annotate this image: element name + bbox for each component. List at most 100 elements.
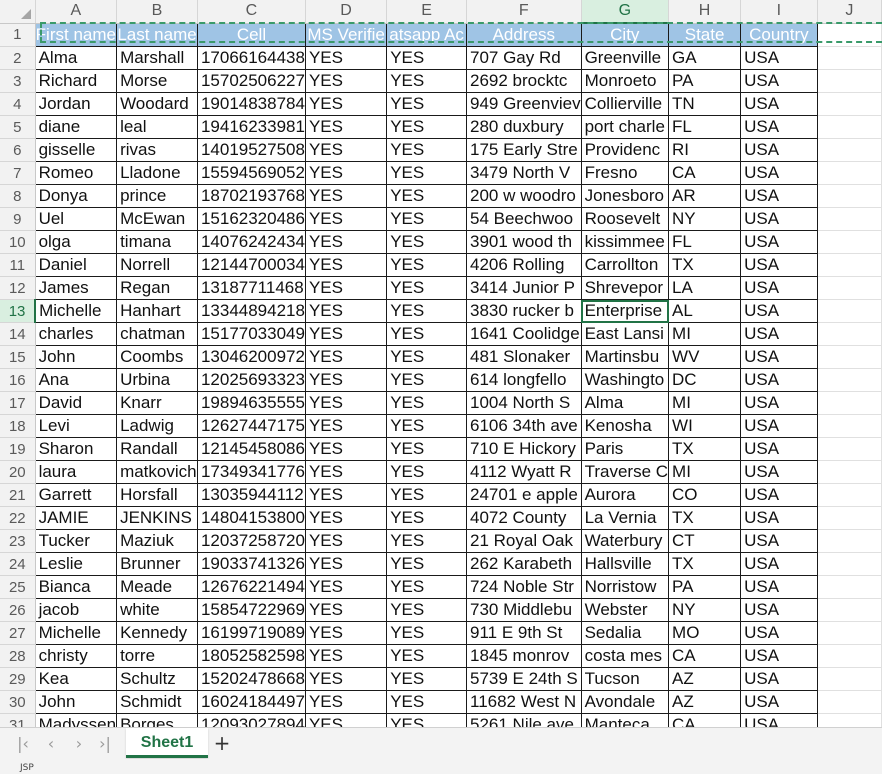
empty-cell[interactable] [817, 368, 882, 392]
cell[interactable]: 12025693323 [197, 368, 306, 392]
cell[interactable]: Washingto [581, 368, 670, 392]
cell[interactable]: rivas [116, 138, 198, 162]
column-header-c[interactable]: C [197, 0, 306, 24]
row-header[interactable]: 19 [0, 437, 36, 461]
cell[interactable]: YES [305, 414, 388, 438]
cell[interactable]: 12037258720 [197, 529, 306, 553]
cell[interactable]: Tucker [35, 529, 118, 553]
header-cell[interactable]: First name [35, 23, 118, 47]
next-sheet-icon[interactable]: › [68, 734, 90, 754]
cell[interactable]: YES [386, 529, 467, 553]
header-cell[interactable]: State [668, 23, 742, 47]
empty-cell[interactable] [817, 483, 882, 507]
empty-cell[interactable] [817, 391, 882, 415]
cell[interactable]: charles [35, 322, 118, 346]
cell[interactable]: 15162320486 [197, 207, 306, 231]
add-sheet-button[interactable]: + [212, 733, 232, 753]
row-header[interactable]: 12 [0, 276, 36, 300]
cell[interactable]: FL [668, 230, 742, 254]
cell[interactable]: Norrell [116, 253, 198, 277]
cell[interactable]: Carrollton [581, 253, 670, 277]
cell[interactable]: YES [386, 69, 467, 93]
cell[interactable]: 4112 Wyatt R [466, 460, 582, 484]
empty-cell[interactable] [817, 230, 882, 254]
cell[interactable]: 730 Middlebu [466, 598, 582, 622]
row-header[interactable]: 14 [0, 322, 36, 346]
cell[interactable]: Martinsbu [581, 345, 670, 369]
column-header-f[interactable]: F [466, 0, 582, 24]
cell[interactable]: DC [668, 368, 742, 392]
cell[interactable]: Alma [35, 46, 118, 70]
cell[interactable]: USA [740, 299, 818, 323]
cell[interactable]: 21 Royal Oak [466, 529, 582, 553]
cell[interactable]: YES [305, 529, 388, 553]
column-header-h[interactable]: H [668, 0, 742, 24]
cell[interactable]: Aurora [581, 483, 670, 507]
cell[interactable]: 11682 West N [466, 690, 582, 714]
cell[interactable]: Sedalia [581, 621, 670, 645]
cell[interactable]: Madyssen [35, 713, 118, 727]
cell[interactable]: David [35, 391, 118, 415]
cell[interactable]: USA [740, 690, 818, 714]
cell[interactable]: YES [305, 437, 388, 461]
row-header[interactable]: 18 [0, 414, 36, 438]
cell[interactable]: 5739 E 24th S [466, 667, 582, 691]
cell[interactable]: USA [740, 552, 818, 576]
cell[interactable]: christy [35, 644, 118, 668]
cell[interactable]: 24701 e apple [466, 483, 582, 507]
cell[interactable]: Hallsville [581, 552, 670, 576]
cell[interactable]: LA [668, 276, 742, 300]
row-header[interactable]: 20 [0, 460, 36, 484]
cell[interactable]: USA [740, 529, 818, 553]
cell[interactable]: USA [740, 69, 818, 93]
cell[interactable]: Daniel [35, 253, 118, 277]
cell[interactable]: 4072 County [466, 506, 582, 530]
cell[interactable]: Brunner [116, 552, 198, 576]
cell[interactable]: YES [305, 161, 388, 185]
cell[interactable]: GA [668, 46, 742, 70]
cell[interactable]: USA [740, 368, 818, 392]
cell[interactable]: olga [35, 230, 118, 254]
row-header[interactable]: 5 [0, 115, 36, 139]
cell[interactable]: YES [386, 552, 467, 576]
cell[interactable]: AR [668, 184, 742, 208]
cell[interactable]: USA [740, 253, 818, 277]
cell[interactable]: Fresno [581, 161, 670, 185]
cell[interactable]: 17066164438 [197, 46, 306, 70]
cell[interactable]: Roosevelt [581, 207, 670, 231]
cell[interactable]: YES [305, 552, 388, 576]
cell[interactable]: Tucson [581, 667, 670, 691]
empty-cell[interactable] [817, 299, 882, 323]
cell[interactable]: Randall [116, 437, 198, 461]
cell[interactable]: USA [740, 598, 818, 622]
cell[interactable]: 5261 Nile ave [466, 713, 582, 727]
cell[interactable]: YES [305, 138, 388, 162]
column-header-i[interactable]: I [740, 0, 818, 24]
cell[interactable]: YES [305, 598, 388, 622]
empty-cell[interactable] [817, 621, 882, 645]
cell[interactable]: 13344894218 [197, 299, 306, 323]
cell[interactable]: 13046200972 [197, 345, 306, 369]
cell[interactable]: YES [305, 483, 388, 507]
row-header[interactable]: 30 [0, 690, 36, 714]
empty-cell[interactable] [817, 322, 882, 346]
cell[interactable]: matkovich [116, 460, 198, 484]
cell[interactable]: Uel [35, 207, 118, 231]
first-sheet-icon[interactable]: |‹ [12, 734, 34, 754]
sheet-tab-sheet1[interactable]: Sheet1 [126, 728, 208, 758]
cell[interactable]: YES [386, 483, 467, 507]
cell[interactable]: NY [668, 598, 742, 622]
cell[interactable]: diane [35, 115, 118, 139]
cell[interactable]: 19033741326 [197, 552, 306, 576]
empty-cell[interactable] [817, 276, 882, 300]
row-header[interactable]: 21 [0, 483, 36, 507]
row-header[interactable]: 24 [0, 552, 36, 576]
header-cell[interactable]: Cell [197, 23, 306, 47]
cell[interactable]: Coombs [116, 345, 198, 369]
cell[interactable]: McEwan [116, 207, 198, 231]
cell[interactable]: 12145458086 [197, 437, 306, 461]
cell[interactable]: Norristow [581, 575, 670, 599]
cell[interactable]: YES [305, 322, 388, 346]
cell[interactable]: 15594569052 [197, 161, 306, 185]
active-cell[interactable]: Enterprise [581, 299, 670, 323]
